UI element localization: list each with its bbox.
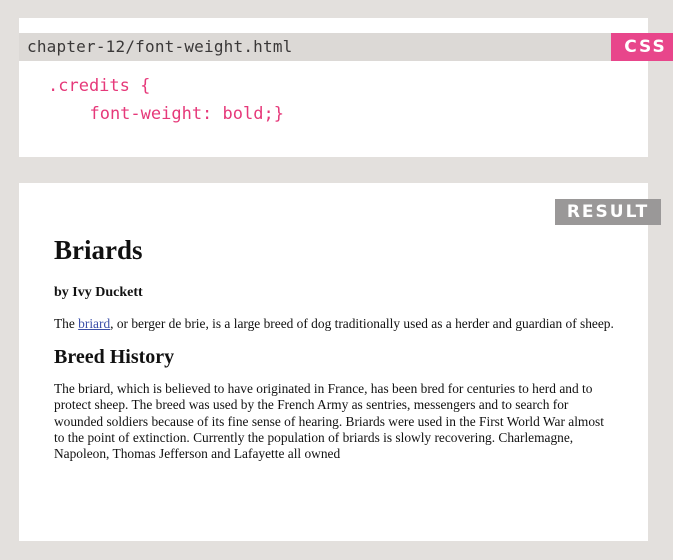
code-line: .credits { [48,76,151,96]
rendered-page: Briards by Ivy Duckett The briard, or be… [54,233,614,462]
file-name: chapter-12/font-weight.html [27,37,293,56]
css-badge: CSS [611,33,673,61]
css-code-panel: chapter-12/font-weight.html CSS .credits… [19,18,673,157]
history-paragraph: The briard, which is believed to have or… [54,381,604,462]
result-panel: RESULT Briards by Ivy Duckett The briard… [19,183,661,541]
credits-line: by Ivy Duckett [54,285,143,300]
intro-paragraph: The briard, or berger de brie, is a larg… [54,315,614,332]
intro-text-start: The [54,316,79,331]
code-header: chapter-12/font-weight.html CSS [19,33,673,61]
result-badge: RESULT [555,199,661,225]
briard-link[interactable]: briard [78,316,110,331]
page-heading: Briards [54,235,143,265]
code-line: font-weight: bold;} [69,104,284,124]
intro-text-end: , or berger de brie, is a large breed of… [110,316,614,331]
section-heading: Breed History [54,346,175,368]
